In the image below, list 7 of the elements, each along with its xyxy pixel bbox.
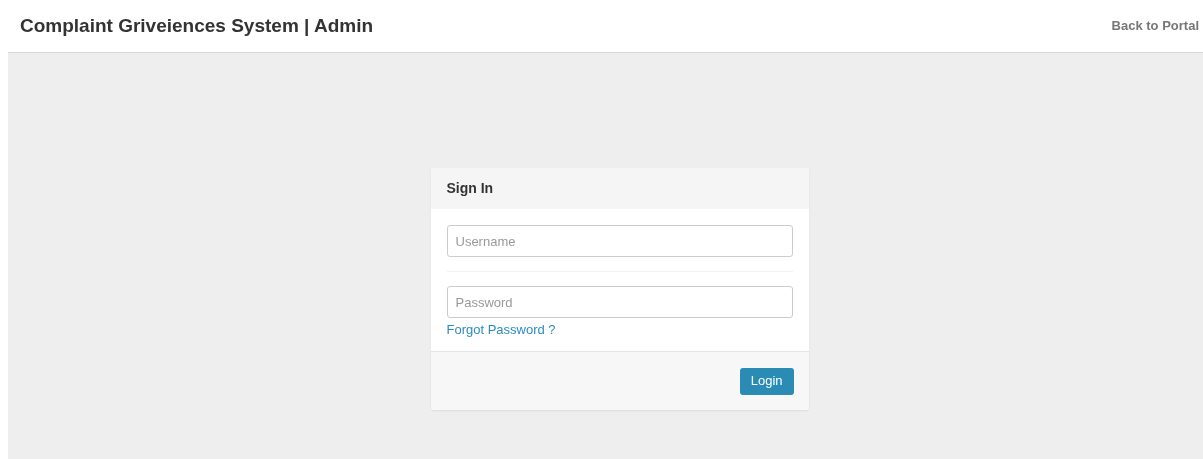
- username-field[interactable]: Username: [446, 225, 793, 257]
- site-title: Complaint Griveiences System | Admin: [20, 13, 374, 38]
- card-title: Sign In: [446, 179, 494, 198]
- back-to-portal-link[interactable]: Back to Portal: [1111, 16, 1199, 36]
- forgot-password-link[interactable]: Forgot Password ?: [446, 320, 556, 340]
- login-button[interactable]: Login: [739, 367, 794, 395]
- password-field[interactable]: Password: [446, 286, 793, 318]
